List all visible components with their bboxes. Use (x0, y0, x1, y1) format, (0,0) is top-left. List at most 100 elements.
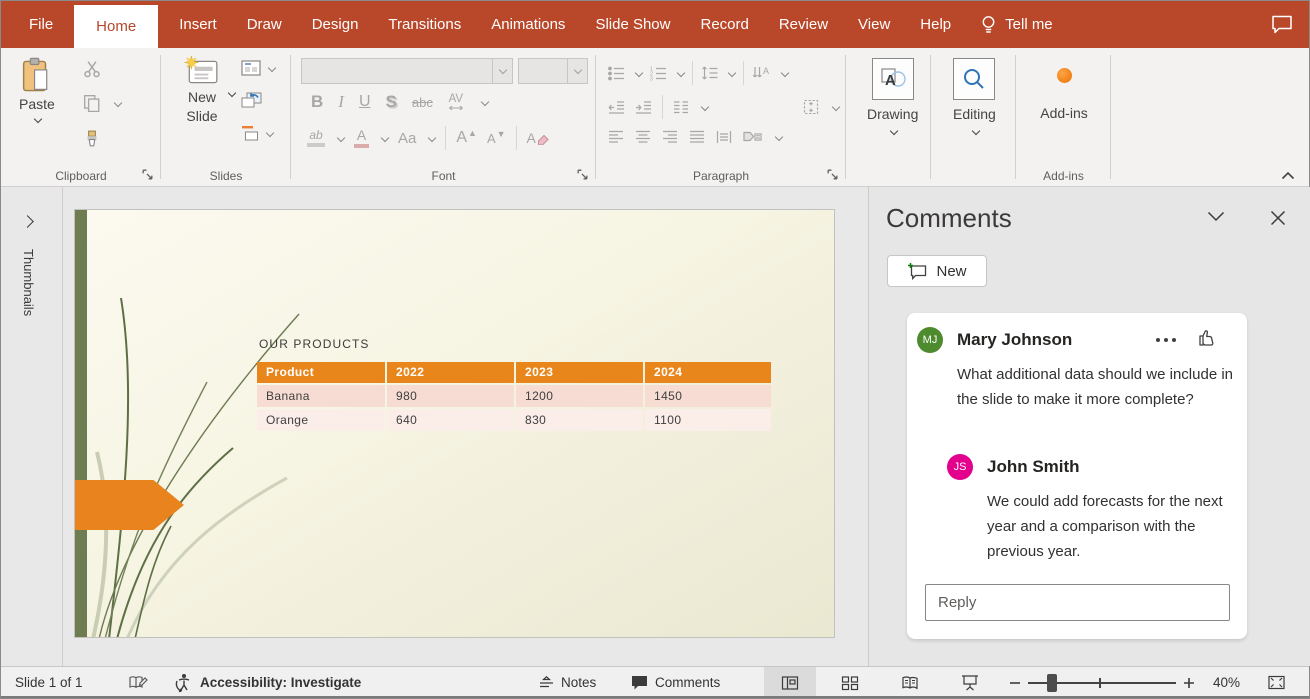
columns-button[interactable] (673, 100, 689, 115)
drawing-button[interactable]: A Drawing (867, 58, 918, 134)
slide-title-text[interactable]: OUR PRODUCTS (259, 337, 370, 351)
slide-show-button[interactable] (944, 667, 996, 698)
notes-icon (538, 675, 555, 690)
like-thumb-icon[interactable] (1198, 327, 1216, 347)
grow-font-button[interactable]: A▲ (456, 129, 477, 147)
spell-check-button[interactable] (128, 667, 148, 698)
align-text-button[interactable] (802, 98, 820, 116)
cut-button[interactable] (83, 60, 101, 78)
tab-draw[interactable]: Draw (232, 1, 297, 48)
slide-table[interactable]: Product 2022 2023 2024 Banana 980 1200 1… (257, 362, 766, 431)
zoom-out-button[interactable] (1009, 667, 1021, 698)
expand-thumbnails-chevron-icon[interactable] (21, 215, 34, 228)
table-header-cell[interactable]: 2023 (516, 362, 643, 383)
paragraph-dialog-launcher[interactable] (826, 168, 839, 181)
strikethrough-button[interactable]: abc (412, 95, 433, 110)
align-right-button[interactable] (662, 130, 678, 144)
line-spacing-button[interactable] (701, 65, 718, 81)
zoom-slider-thumb[interactable] (1047, 674, 1057, 692)
table-cell[interactable]: 980 (387, 385, 514, 407)
tab-transitions[interactable]: Transitions (373, 1, 476, 48)
chat-bubble-icon[interactable] (1271, 14, 1293, 34)
table-cell[interactable]: 1450 (645, 385, 771, 407)
table-cell[interactable]: Orange (257, 409, 385, 431)
reading-view-button[interactable] (884, 667, 936, 698)
justify-button[interactable] (689, 130, 705, 144)
text-shadow-button[interactable]: S (386, 92, 397, 112)
tell-me-button[interactable]: Tell me (966, 14, 1067, 36)
slide-layout-button[interactable] (241, 60, 275, 76)
clipboard-dialog-launcher[interactable] (141, 168, 154, 181)
comment-more-options-icon[interactable] (1155, 337, 1177, 343)
addins-button[interactable]: Add-ins (1032, 68, 1096, 121)
slide-canvas[interactable]: OUR PRODUCTS Product 2022 2023 2024 Bana… (74, 209, 835, 638)
font-color-button[interactable]: A (354, 129, 369, 148)
slide-counter[interactable]: Slide 1 of 1 (15, 667, 83, 698)
text-direction-button[interactable]: A (752, 65, 771, 81)
tab-home[interactable]: Home (74, 5, 158, 48)
convert-smartart-button[interactable] (743, 129, 762, 144)
table-cell[interactable]: 830 (516, 409, 643, 431)
highlight-color-button[interactable]: ab (307, 129, 325, 147)
numbering-button[interactable]: 1 2 3 (650, 66, 667, 81)
reply-input[interactable] (925, 584, 1230, 621)
paste-button[interactable]: Paste (19, 56, 55, 122)
svg-text:A: A (763, 66, 769, 76)
font-group: B I U S abc AV ab A Aa (291, 48, 596, 186)
clear-formatting-button[interactable]: A (527, 130, 550, 146)
table-cell[interactable]: Banana (257, 385, 385, 407)
tab-insert[interactable]: Insert (164, 1, 232, 48)
comments-panel-close-icon[interactable] (1270, 210, 1286, 226)
table-header-cell[interactable]: 2022 (387, 362, 514, 383)
fit-slide-to-window-button[interactable] (1267, 667, 1286, 698)
italic-button[interactable]: I (338, 92, 344, 112)
align-left-button[interactable] (608, 130, 624, 144)
tab-view[interactable]: View (843, 1, 905, 48)
distribute-button[interactable] (716, 130, 732, 144)
bullets-button[interactable] (608, 66, 625, 81)
decrease-indent-button[interactable] (608, 100, 625, 115)
copy-button[interactable] (83, 94, 121, 112)
font-dialog-launcher[interactable] (576, 168, 589, 181)
font-name-combo[interactable] (301, 58, 513, 84)
change-case-button[interactable]: Aa (398, 130, 416, 147)
normal-view-button[interactable] (764, 667, 816, 698)
accessibility-checker[interactable]: Accessibility: Investigate (173, 667, 361, 698)
tab-file[interactable]: File (1, 1, 68, 48)
tab-help[interactable]: Help (905, 1, 966, 48)
table-cell[interactable]: 1200 (516, 385, 643, 407)
tab-record[interactable]: Record (685, 1, 763, 48)
table-header-cell[interactable]: 2024 (645, 362, 771, 383)
format-painter-button[interactable] (83, 130, 101, 148)
comments-toggle[interactable]: Comments (630, 667, 720, 698)
table-cell[interactable]: 1100 (645, 409, 771, 431)
new-slide-button[interactable]: New Slide (173, 56, 231, 126)
shrink-font-button[interactable]: A▼ (487, 131, 506, 146)
align-center-button[interactable] (635, 130, 651, 144)
reset-slide-button[interactable] (241, 92, 263, 110)
collapse-ribbon-button[interactable] (1281, 171, 1295, 180)
tab-animations[interactable]: Animations (476, 1, 580, 48)
table-header-cell[interactable]: Product (257, 362, 385, 383)
character-spacing-button[interactable]: AV (448, 94, 464, 111)
new-comment-button[interactable]: New (887, 255, 987, 287)
section-button[interactable] (241, 124, 273, 141)
slide-show-icon (961, 674, 979, 691)
slide-sorter-view-button[interactable] (824, 667, 876, 698)
comments-panel-collapse-chevron-icon[interactable] (1207, 211, 1225, 222)
font-size-combo[interactable] (518, 58, 588, 84)
table-cell[interactable]: 640 (387, 409, 514, 431)
tab-review[interactable]: Review (764, 1, 843, 48)
underline-button[interactable]: U (359, 93, 371, 111)
increase-indent-button[interactable] (635, 100, 652, 115)
bold-button[interactable]: B (311, 92, 323, 112)
new-comment-icon (907, 262, 928, 281)
zoom-level[interactable]: 40% (1213, 667, 1240, 698)
editing-button[interactable]: Editing (953, 58, 996, 134)
tab-design[interactable]: Design (297, 1, 374, 48)
format-painter-icon (83, 130, 101, 148)
zoom-in-button[interactable] (1183, 667, 1195, 698)
notes-toggle[interactable]: Notes (538, 667, 596, 698)
tab-slide-show[interactable]: Slide Show (580, 1, 685, 48)
paste-dropdown-chevron (34, 115, 42, 123)
